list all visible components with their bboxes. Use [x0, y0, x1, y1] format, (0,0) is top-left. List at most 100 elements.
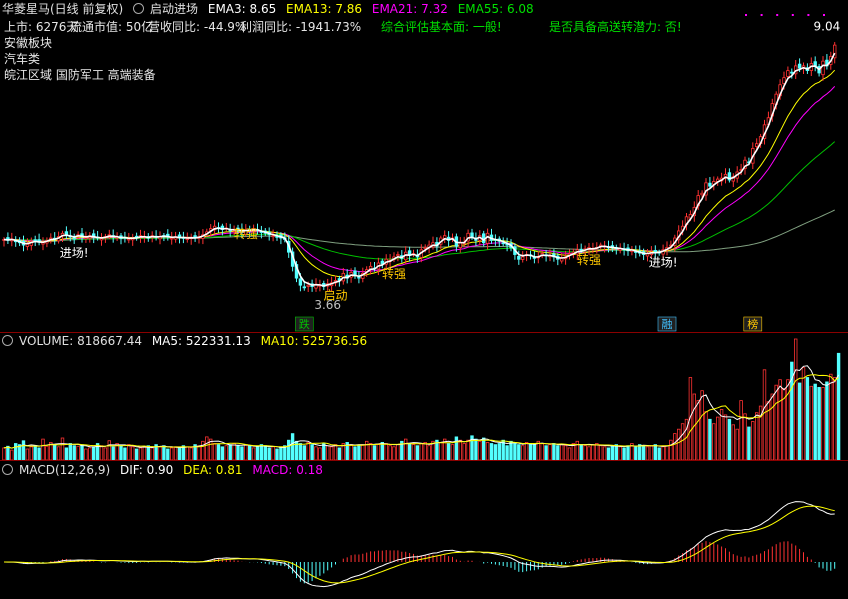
volume-bar	[801, 367, 806, 461]
info-listing: 上市: 6276天	[4, 20, 79, 34]
macd-dea-label: DEA: 0.81	[183, 463, 243, 477]
event-marker: 融	[662, 318, 673, 331]
volume-bar	[595, 443, 599, 461]
macd-name: MACD(12,26,9)	[19, 463, 111, 477]
volume-bar	[723, 414, 728, 461]
volume-bar	[665, 445, 669, 461]
volume-bar	[794, 338, 798, 461]
volume-bar	[466, 439, 470, 461]
info-circ-value: 流通市值: 50亿	[70, 20, 154, 34]
candle-body	[790, 71, 794, 74]
volume-bar	[259, 444, 264, 461]
volume-bar	[673, 433, 677, 461]
volume-bar	[563, 445, 568, 461]
candle-body	[306, 284, 310, 287]
volume-bar	[419, 443, 423, 461]
volume-bar	[205, 436, 209, 461]
ema13-line	[3, 69, 836, 278]
volume-bar	[361, 444, 365, 461]
volume-bar	[727, 418, 732, 461]
volume-bar	[220, 446, 225, 461]
volume-bar	[216, 444, 221, 461]
volume-bar	[836, 352, 841, 461]
indicator-name[interactable]: 启动进场	[150, 2, 198, 16]
volume-bar	[263, 445, 267, 461]
volume-bar	[817, 386, 821, 461]
volume-bar	[755, 412, 759, 461]
macd-header: MACD(12,26,9) DIF: 0.90 DEA: 0.81 MACD: …	[2, 463, 329, 477]
candle-body	[470, 232, 474, 238]
volume-bar	[111, 446, 115, 461]
volume-bar	[224, 445, 228, 461]
volume-bar	[384, 443, 388, 461]
volume-bar	[587, 446, 591, 461]
volume-bar	[731, 424, 735, 461]
volume-bar	[540, 443, 544, 461]
candle-body	[813, 61, 817, 67]
volume-bar	[99, 445, 104, 461]
candle-body	[357, 276, 361, 279]
volume-bar	[166, 448, 170, 461]
event-marker: 榜	[747, 317, 758, 331]
volume-bar	[275, 448, 279, 461]
indicator-dot-icon[interactable]	[133, 3, 145, 14]
candle-body	[33, 239, 37, 242]
volume-bar	[579, 444, 583, 461]
volume-bar	[353, 446, 357, 461]
volume-bar	[123, 447, 127, 461]
stock-chart[interactable]: 进场!转强启动3.66转强转强 进场!9.04跌融榜	[0, 0, 848, 599]
volume-bar	[552, 443, 556, 461]
volume-bar	[107, 440, 111, 461]
volume-bar	[21, 440, 26, 461]
volume-bar	[493, 444, 498, 461]
volume-bar	[255, 446, 260, 461]
volume-bar	[392, 446, 396, 461]
volume-bar	[13, 443, 18, 461]
candle-body	[99, 238, 104, 241]
volume-bar	[53, 444, 57, 461]
panel-divider-macd	[0, 460, 848, 461]
volume-bar	[680, 423, 685, 461]
info-sector: 安徽板块	[4, 36, 53, 50]
volume-label: VOLUME: 818667.44	[19, 334, 142, 348]
volume-bar	[403, 438, 408, 461]
candle-body	[708, 182, 712, 187]
volume-expand-icon[interactable]	[2, 335, 13, 346]
ema13-label: EMA13: 7.86	[286, 2, 363, 16]
volume-bar	[696, 400, 700, 461]
volume-bar	[649, 445, 654, 461]
volume-bar	[634, 446, 638, 461]
volume-bar	[528, 443, 533, 461]
volume-bar	[76, 445, 80, 461]
candle-body	[302, 286, 306, 289]
volume-bar	[189, 447, 193, 461]
volume-bar	[739, 400, 743, 461]
volume-bar	[177, 447, 182, 461]
top-dot-marker	[760, 14, 763, 16]
volume-bar	[380, 441, 384, 461]
volume-bar	[142, 446, 147, 461]
stock-name[interactable]: 华菱星马(日线 前复权)	[2, 2, 123, 16]
volume-bar	[310, 444, 314, 461]
volume-bar	[372, 445, 377, 461]
volume-bar	[645, 446, 650, 461]
volume-bar	[150, 447, 154, 461]
volume-bar	[560, 444, 564, 461]
candle-body	[521, 256, 525, 260]
macd-dea-line	[4, 505, 835, 584]
volume-bar	[708, 418, 712, 461]
volume-bar	[544, 445, 548, 461]
info-concepts: 皖江区域 国防军工 高端装备	[4, 68, 156, 82]
volume-bar	[212, 443, 217, 461]
volume-bar	[236, 445, 240, 461]
volume-bar	[485, 441, 490, 461]
ema3-label: EMA3: 8.65	[207, 2, 277, 16]
volume-bar	[478, 440, 482, 461]
info-bonus-potential: 是否具备高送转潜力: 否!	[549, 20, 682, 34]
volume-bar	[743, 413, 747, 461]
volume-bar	[127, 444, 131, 461]
volume-bar	[41, 438, 45, 461]
volume-bar	[821, 386, 825, 461]
volume-bar	[591, 444, 595, 461]
macd-expand-icon[interactable]	[2, 464, 13, 475]
